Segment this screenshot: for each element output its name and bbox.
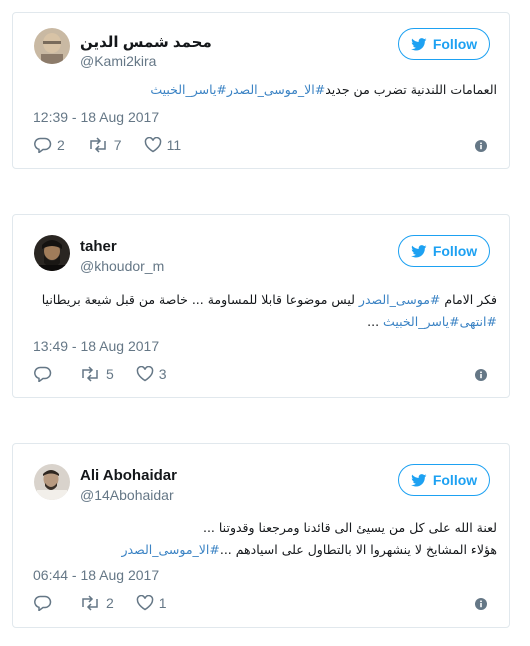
retweet-count: 5 bbox=[106, 366, 114, 382]
follow-button[interactable]: Follow bbox=[398, 28, 490, 60]
like-button[interactable]: 11 bbox=[144, 137, 182, 153]
tweet-text-plain: ليس موضوعا قابلا للمساومة ... خاصة من قب… bbox=[41, 292, 359, 307]
twitter-bird-icon bbox=[410, 473, 427, 486]
retweet-icon bbox=[90, 137, 106, 153]
heart-icon bbox=[136, 595, 154, 611]
follow-button[interactable]: Follow bbox=[398, 235, 490, 267]
tweet-text: فكر الامام #موسى_الصدر ليس موضوعا قابلا … bbox=[33, 289, 497, 333]
tweet-card: Ali Abohaidar @14Abohaidar Follow لعنة ا… bbox=[12, 443, 510, 628]
reply-icon bbox=[34, 595, 52, 611]
reply-button[interactable]: 2 bbox=[34, 137, 65, 153]
display-name[interactable]: taher bbox=[80, 238, 117, 255]
like-button[interactable]: 3 bbox=[136, 366, 167, 382]
retweet-button[interactable]: 2 bbox=[79, 595, 114, 611]
timestamp[interactable]: 06:44 - 18 Aug 2017 bbox=[33, 567, 159, 583]
tweet-card: محمد شمس الدين @Kami2kira Follow العماما… bbox=[12, 12, 510, 169]
tweet-actions: 2 7 11 bbox=[34, 137, 203, 153]
retweet-icon bbox=[82, 595, 98, 611]
tweet-text-plain: العمامات اللندنية تضرب من جديد bbox=[325, 82, 497, 97]
hashtag-link[interactable]: #ياسر_الخبيث bbox=[150, 82, 227, 97]
hashtag-link[interactable]: #انتهى bbox=[460, 314, 497, 329]
hashtag-link[interactable]: #الا_موسى_الصدر bbox=[122, 542, 220, 557]
follow-label: Follow bbox=[432, 472, 478, 488]
retweet-count: 7 bbox=[113, 137, 122, 153]
reply-icon bbox=[34, 366, 52, 382]
hashtag-link[interactable]: #الا_موسى_الصدر bbox=[227, 82, 325, 97]
heart-icon bbox=[144, 137, 161, 153]
twitter-bird-icon bbox=[410, 244, 427, 257]
follow-label: Follow bbox=[432, 243, 478, 259]
avatar[interactable] bbox=[34, 28, 70, 64]
reply-button[interactable] bbox=[34, 366, 57, 382]
info-icon[interactable] bbox=[475, 598, 487, 610]
tweet-actions: 5 3 bbox=[34, 366, 189, 382]
retweet-count: 2 bbox=[106, 595, 114, 611]
heart-icon bbox=[136, 366, 154, 382]
reply-count: 2 bbox=[57, 137, 65, 153]
follow-label: Follow bbox=[432, 36, 478, 52]
hashtag-link[interactable]: #موسى_الصدر bbox=[359, 292, 441, 307]
hashtag-link[interactable]: #ياسر_الخبيث bbox=[383, 314, 460, 329]
display-name[interactable]: Ali Abohaidar bbox=[80, 467, 177, 484]
tweet-text-line: فكر الامام #موسى_الصدر ليس موضوعا قابلا … bbox=[33, 289, 497, 311]
like-count: 3 bbox=[158, 366, 167, 382]
like-button[interactable]: 1 bbox=[136, 595, 167, 611]
like-count: 11 bbox=[166, 137, 182, 153]
follow-button[interactable]: Follow bbox=[398, 464, 490, 496]
user-handle[interactable]: @khoudor_m bbox=[80, 258, 164, 274]
timestamp[interactable]: 13:49 - 18 Aug 2017 bbox=[33, 338, 159, 354]
display-name[interactable]: محمد شمس الدين bbox=[80, 33, 212, 51]
tweet-text: العمامات اللندنية تضرب من جديد#الا_موسى_… bbox=[33, 79, 497, 101]
tweet-text-line: لعنة الله على كل من يسيئ الى قائدنا ومرج… bbox=[202, 520, 497, 535]
tweet-text-line: #انتهى#ياسر_الخبيث ... bbox=[33, 311, 497, 333]
timestamp[interactable]: 12:39 - 18 Aug 2017 bbox=[33, 109, 159, 125]
like-count: 1 bbox=[158, 595, 167, 611]
tweet-card: taher @khoudor_m Follow فكر الامام #موسى… bbox=[12, 214, 510, 398]
info-icon[interactable] bbox=[475, 140, 487, 152]
tweet-text-plain: هؤلاء المشايخ لا ينشهروا الا بالتطاول عل… bbox=[219, 542, 497, 557]
avatar[interactable] bbox=[34, 235, 70, 271]
twitter-bird-icon bbox=[410, 37, 427, 50]
tweet-actions: 2 1 bbox=[34, 595, 189, 611]
tweet-text-plain: ... bbox=[367, 314, 384, 329]
tweet-text-line: هؤلاء المشايخ لا ينشهروا الا بالتطاول عل… bbox=[33, 539, 498, 561]
user-handle[interactable]: @Kami2kira bbox=[80, 53, 156, 69]
reply-button[interactable] bbox=[34, 595, 57, 611]
avatar[interactable] bbox=[34, 464, 70, 500]
tweet-text-plain: فكر الامام bbox=[440, 292, 497, 307]
retweet-button[interactable]: 7 bbox=[87, 137, 122, 153]
tweet-text: لعنة الله على كل من يسيئ الى قائدنا ومرج… bbox=[33, 517, 498, 561]
user-handle[interactable]: @14Abohaidar bbox=[80, 487, 174, 503]
reply-icon bbox=[34, 137, 52, 153]
retweet-button[interactable]: 5 bbox=[79, 366, 114, 382]
retweet-icon bbox=[82, 366, 98, 382]
info-icon[interactable] bbox=[475, 369, 487, 381]
